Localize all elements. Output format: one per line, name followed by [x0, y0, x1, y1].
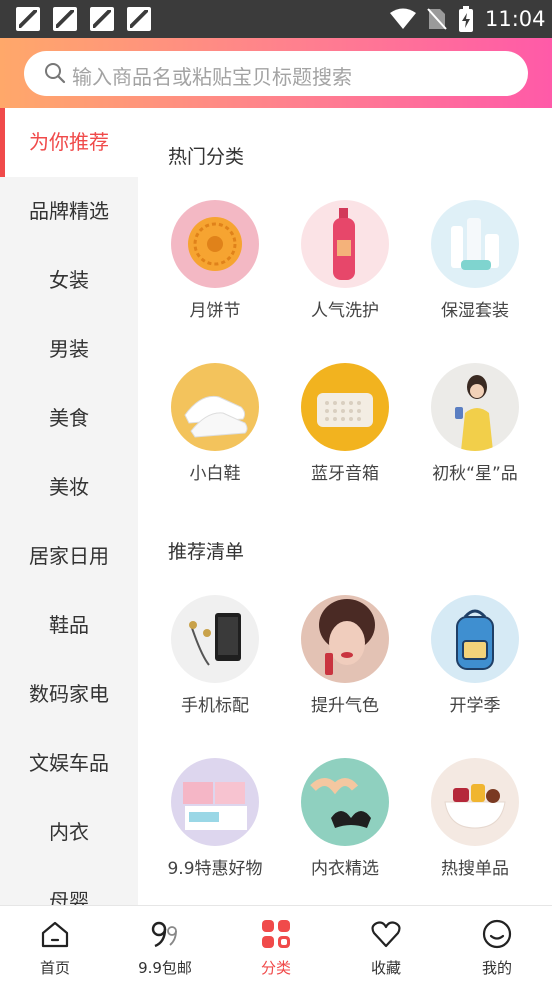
battery-charging-icon	[459, 6, 473, 32]
nav-profile[interactable]: 我的	[442, 906, 552, 981]
home-icon	[41, 921, 69, 948]
smile-profile-icon	[482, 919, 512, 949]
app-notification-icon	[16, 7, 40, 31]
no-sim-icon	[427, 8, 447, 30]
nav-label: 分类	[260, 959, 291, 977]
search-input[interactable]: 输入商品名或粘贴宝贝标题搜索	[24, 51, 528, 96]
sidebar-item-shoes[interactable]: 鞋品	[0, 591, 138, 660]
bluetooth-speaker-image	[301, 363, 389, 451]
category-label: 月饼节	[189, 301, 241, 321]
category-label: 初秋“星”品	[432, 464, 518, 484]
sidebar-item-recommended[interactable]: 为你推荐	[0, 108, 138, 177]
category-sidebar[interactable]: 为你推荐 品牌精选 女装 男装 美食 美妆 居家日用 鞋品 数码家电 文娱车品 …	[0, 108, 138, 905]
section-title-hot: 热门分类	[168, 146, 245, 168]
lipstick-model-image	[301, 595, 389, 683]
category-item-haircare[interactable]: 人气洗护	[280, 200, 410, 321]
app-notification-icon	[90, 7, 114, 31]
category-label: 人气洗护	[311, 301, 379, 321]
sidebar-item-underwear[interactable]: 内衣	[0, 798, 138, 867]
category-item-back-to-school[interactable]: 开学季	[410, 595, 540, 716]
sidebar-item-food[interactable]: 美食	[0, 384, 138, 453]
category-label: 提升气色	[311, 696, 379, 716]
backpack-image	[431, 595, 519, 683]
search-header: 输入商品名或粘贴宝贝标题搜索	[0, 38, 552, 108]
category-item-mooncake[interactable]: 月饼节	[150, 200, 280, 321]
shampoo-image	[301, 200, 389, 288]
category-label: 小白鞋	[189, 464, 241, 484]
category-grid-icon	[262, 920, 290, 948]
sidebar-item-baby[interactable]: 母婴	[0, 867, 138, 905]
autumn-fashion-image	[431, 363, 519, 451]
category-item-trending-items[interactable]: 热搜单品	[410, 758, 540, 879]
status-bar: 11:04	[0, 0, 552, 38]
sidebar-item-brand-picks[interactable]: 品牌精选	[0, 177, 138, 246]
bra-image	[301, 758, 389, 846]
nav-label: 首页	[39, 959, 70, 977]
nav-home[interactable]: 首页	[0, 906, 110, 981]
category-label: 热搜单品	[441, 859, 509, 879]
nav-label: 收藏	[370, 959, 401, 977]
sidebar-item-entertainment-auto[interactable]: 文娱车品	[0, 729, 138, 798]
nav-label: 9.9包邮	[138, 959, 192, 977]
category-item-complexion-boost[interactable]: 提升气色	[280, 595, 410, 716]
category-label: 保湿套装	[441, 301, 509, 321]
category-label: 内衣精选	[311, 859, 379, 879]
nine-nine-icon	[151, 921, 177, 948]
app-notification-icon	[53, 7, 77, 31]
nav-category[interactable]: 分类	[221, 906, 331, 981]
sidebar-item-electronics[interactable]: 数码家电	[0, 660, 138, 729]
wifi-icon	[390, 8, 416, 29]
search-placeholder: 输入商品名或粘贴宝贝标题搜索	[72, 65, 352, 89]
nav-nine-nine[interactable]: 9.9包邮	[110, 906, 220, 981]
app-notification-icon	[127, 7, 151, 31]
sidebar-item-beauty[interactable]: 美妆	[0, 453, 138, 522]
category-label: 9.9特惠好物	[167, 859, 263, 879]
sidebar-item-home[interactable]: 居家日用	[0, 522, 138, 591]
category-label: 开学季	[449, 696, 501, 716]
category-item-phone-essentials[interactable]: 手机标配	[150, 595, 280, 716]
bottom-nav: 首页 9.9包邮 分类 收藏 我的	[0, 905, 552, 981]
sidebar-item-womens-wear[interactable]: 女装	[0, 246, 138, 315]
category-item-9-9-deals[interactable]: 9.9特惠好物	[150, 758, 280, 879]
category-item-autumn-picks[interactable]: 初秋“星”品	[410, 363, 540, 484]
category-label: 蓝牙音箱	[311, 464, 379, 484]
category-item-lingerie-picks[interactable]: 内衣精选	[280, 758, 410, 879]
category-item-moisturizing-set[interactable]: 保湿套装	[410, 200, 540, 321]
section-title-recommended: 推荐清单	[168, 541, 245, 563]
status-time: 11:04	[485, 7, 546, 31]
earphones-image	[171, 595, 259, 683]
search-icon	[45, 63, 66, 84]
mooncake-image	[171, 200, 259, 288]
nav-favorites[interactable]: 收藏	[331, 906, 441, 981]
snack-bowl-image	[431, 758, 519, 846]
category-item-white-sneakers[interactable]: 小白鞋	[150, 363, 280, 484]
nav-label: 我的	[481, 959, 512, 977]
white-sneaker-image	[171, 363, 259, 451]
category-item-bluetooth-speaker[interactable]: 蓝牙音箱	[280, 363, 410, 484]
tissue-pack-image	[171, 758, 259, 846]
heart-icon	[371, 921, 401, 948]
sidebar-item-mens-wear[interactable]: 男装	[0, 315, 138, 384]
skincare-set-image	[431, 200, 519, 288]
category-label: 手机标配	[181, 696, 249, 716]
category-content: 热门分类 月饼节 人气洗护 保湿套装 小白鞋 蓝牙音箱 初秋“星”品 推荐清单 …	[138, 108, 552, 905]
